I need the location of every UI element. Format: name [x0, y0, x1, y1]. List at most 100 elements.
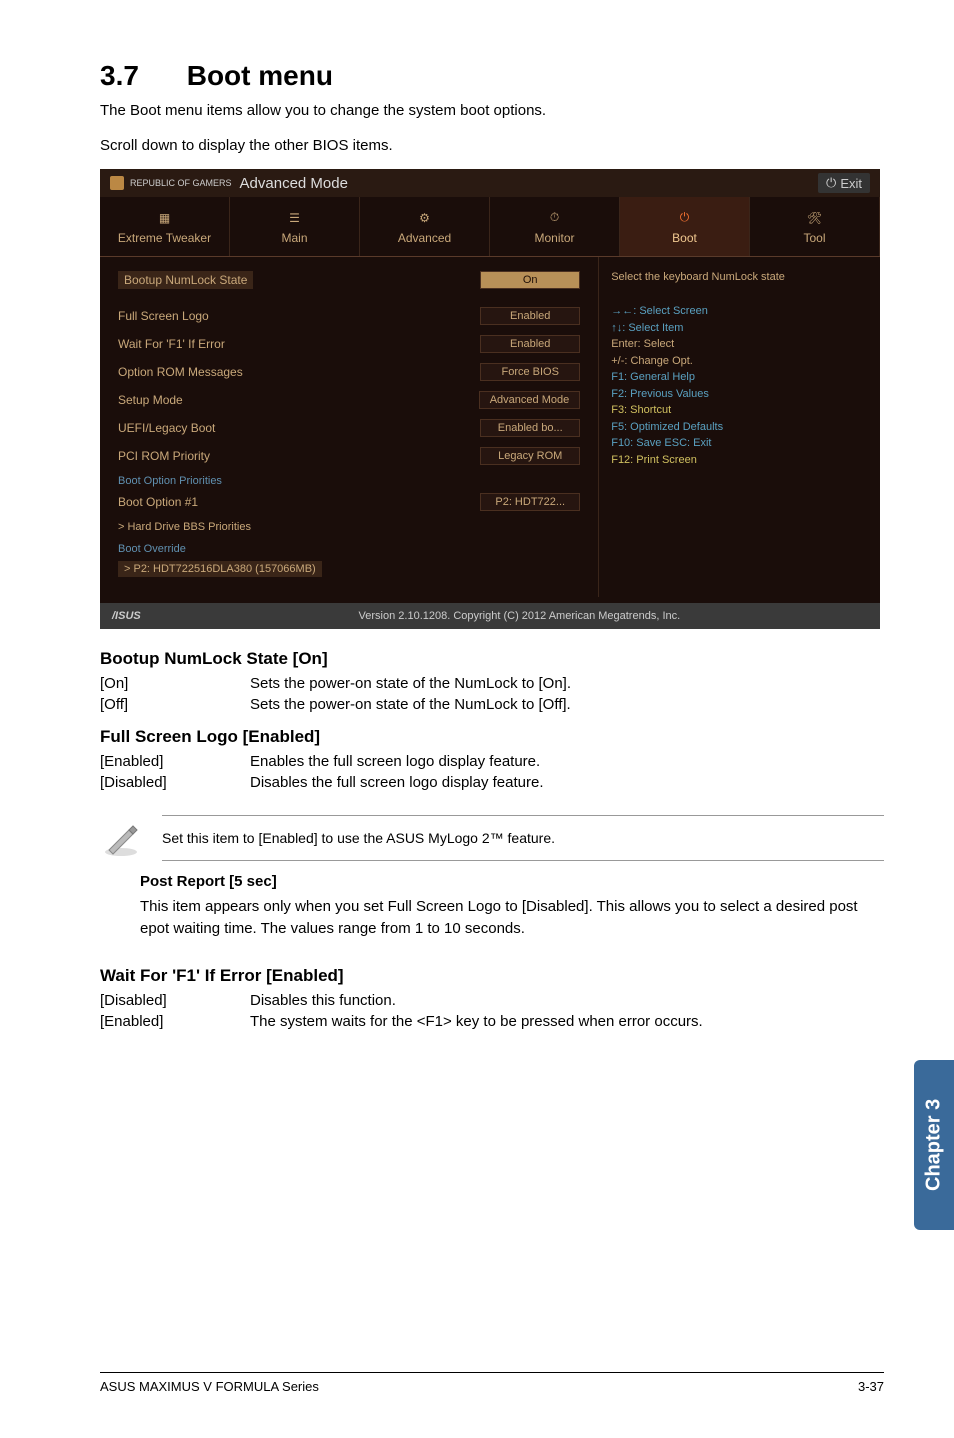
setting-f1[interactable]: Wait For 'F1' If Error Enabled: [118, 335, 580, 353]
help-key: +/-: Change Opt.: [611, 353, 868, 370]
bios-version: Version 2.10.1208. Copyright (C) 2012 Am…: [359, 610, 681, 622]
gear-icon: ⚙: [416, 209, 434, 227]
section-number: 3.7: [100, 60, 139, 92]
option-key: [Enabled]: [100, 753, 250, 770]
tab-label: Tool: [803, 231, 825, 245]
setting-value[interactable]: Legacy ROM: [480, 447, 580, 465]
bios-mode: Advanced Mode: [240, 175, 348, 192]
bios-footer: /ISUS Version 2.10.1208. Copyright (C) 2…: [100, 603, 880, 629]
setting-value[interactable]: Force BIOS: [480, 363, 580, 381]
post-report-heading: Post Report [5 sec]: [140, 873, 884, 890]
option-key: [Off]: [100, 696, 250, 713]
tab-label: Advanced: [398, 231, 451, 245]
setting-setup[interactable]: Setup Mode Advanced Mode: [118, 391, 580, 409]
setting-value[interactable]: P2: HDT722...: [480, 493, 580, 511]
setting-rom[interactable]: Option ROM Messages Force BIOS: [118, 363, 580, 381]
option-desc: Disables this function.: [250, 992, 396, 1009]
logo-heading: Full Screen Logo [Enabled]: [100, 727, 884, 747]
help-key: F1: General Help: [611, 369, 868, 386]
bios-screenshot: REPUBLIC OF GAMERS Advanced Mode ⏻ Exit …: [100, 169, 880, 629]
section-heading: 3.7 Boot menu: [100, 60, 884, 92]
help-key: F10: Save ESC: Exit: [611, 435, 868, 452]
help-key: F5: Optimized Defaults: [611, 419, 868, 436]
help-key: F3: Shortcut: [611, 402, 868, 419]
hdd-bbs-priorities[interactable]: > Hard Drive BBS Priorities: [118, 521, 580, 533]
tool-icon: 🛠: [806, 209, 824, 227]
chip-icon: ▦: [156, 209, 174, 227]
tab-monitor[interactable]: ⏱ Monitor: [490, 197, 620, 256]
bios-brand: REPUBLIC OF GAMERS: [130, 179, 232, 188]
boot-priorities-header: Boot Option Priorities: [118, 475, 580, 487]
option-key: [Disabled]: [100, 992, 250, 1009]
tab-label: Extreme Tweaker: [118, 231, 211, 245]
option-key: [On]: [100, 675, 250, 692]
setting-label: UEFI/Legacy Boot: [118, 421, 215, 435]
setting-pci[interactable]: PCI ROM Priority Legacy ROM: [118, 447, 580, 465]
section-title: Boot menu: [187, 60, 333, 91]
option-row: [Enabled] Enables the full screen logo d…: [100, 753, 884, 770]
setting-label: Bootup NumLock State: [118, 271, 253, 289]
setting-label: Wait For 'F1' If Error: [118, 337, 225, 351]
exit-button[interactable]: ⏻ Exit: [818, 173, 870, 193]
boot-override-header: Boot Override: [118, 543, 580, 555]
tab-main[interactable]: ☰ Main: [230, 197, 360, 256]
option-row: [On] Sets the power-on state of the NumL…: [100, 675, 884, 692]
post-report-body: This item appears only when you set Full…: [140, 896, 884, 940]
setting-label: Boot Option #1: [118, 495, 198, 509]
option-desc: Sets the power-on state of the NumLock t…: [250, 696, 571, 713]
help-title: Select the keyboard NumLock state: [611, 271, 868, 283]
note-callout: Set this item to [Enabled] to use the AS…: [100, 815, 884, 861]
setting-numlock[interactable]: Bootup NumLock State On: [118, 271, 580, 289]
intro-p1: The Boot menu items allow you to change …: [100, 100, 884, 123]
tab-label: Boot: [672, 231, 697, 245]
pencil-icon: [100, 817, 142, 859]
bios-titlebar: REPUBLIC OF GAMERS Advanced Mode ⏻ Exit: [100, 169, 880, 197]
setting-value[interactable]: Enabled bo...: [480, 419, 580, 437]
tab-tool[interactable]: 🛠 Tool: [750, 197, 880, 256]
option-desc: Sets the power-on state of the NumLock t…: [250, 675, 571, 692]
page-footer: ASUS MAXIMUS V FORMULA Series 3-37: [100, 1372, 884, 1394]
footer-right: 3-37: [858, 1379, 884, 1394]
option-key: [Enabled]: [100, 1013, 250, 1030]
setting-value[interactable]: On: [480, 271, 580, 289]
exit-label: Exit: [840, 176, 862, 191]
setting-value[interactable]: Enabled: [480, 335, 580, 353]
boot-option-1[interactable]: Boot Option #1 P2: HDT722...: [118, 493, 580, 511]
setting-uefi[interactable]: UEFI/Legacy Boot Enabled bo...: [118, 419, 580, 437]
bios-tabs: ▦ Extreme Tweaker ☰ Main ⚙ Advanced ⏱ Monito…: [100, 197, 880, 257]
option-row: [Disabled] Disables this function.: [100, 992, 884, 1009]
setting-value[interactable]: Advanced Mode: [479, 391, 581, 409]
bios-help-panel: Select the keyboard NumLock state →←: Se…: [599, 257, 880, 597]
power-icon: ⏻: [676, 209, 694, 227]
boot-override-p2[interactable]: > P2: HDT722516DLA380 (157066MB): [118, 561, 322, 577]
help-key: F2: Previous Values: [611, 386, 868, 403]
note-text: Set this item to [Enabled] to use the AS…: [162, 815, 884, 861]
tab-advanced[interactable]: ⚙ Advanced: [360, 197, 490, 256]
asus-logo: /ISUS: [112, 610, 141, 622]
setting-label: Full Screen Logo: [118, 309, 209, 323]
help-key: Enter: Select: [611, 336, 868, 353]
help-key: →←: Select Screen: [611, 303, 868, 320]
tab-boot[interactable]: ⏻ Boot: [620, 197, 750, 256]
monitor-icon: ⏱: [546, 209, 564, 227]
setting-value[interactable]: Enabled: [480, 307, 580, 325]
exit-icon: ⏻: [826, 175, 836, 191]
tab-label: Main: [281, 231, 307, 245]
tab-label: Monitor: [534, 231, 574, 245]
f1-heading: Wait For 'F1' If Error [Enabled]: [100, 966, 884, 986]
help-keys: →←: Select Screen ↑↓: Select Item Enter:…: [611, 303, 868, 468]
setting-label: Setup Mode: [118, 393, 183, 407]
intro-p2: Scroll down to display the other BIOS it…: [100, 135, 884, 158]
option-desc: Disables the full screen logo display fe…: [250, 774, 544, 791]
footer-left: ASUS MAXIMUS V FORMULA Series: [100, 1379, 319, 1394]
numlock-heading: Bootup NumLock State [On]: [100, 649, 884, 669]
help-key: ↑↓: Select Item: [611, 320, 868, 337]
option-key: [Disabled]: [100, 774, 250, 791]
option-desc: The system waits for the <F1> key to be …: [250, 1013, 703, 1030]
setting-logo[interactable]: Full Screen Logo Enabled: [118, 307, 580, 325]
bios-settings-panel: Bootup NumLock State On Full Screen Logo…: [100, 257, 599, 597]
tab-extreme-tweaker[interactable]: ▦ Extreme Tweaker: [100, 197, 230, 256]
list-icon: ☰: [286, 209, 304, 227]
setting-label: Option ROM Messages: [118, 365, 243, 379]
option-row: [Enabled] The system waits for the <F1> …: [100, 1013, 884, 1030]
